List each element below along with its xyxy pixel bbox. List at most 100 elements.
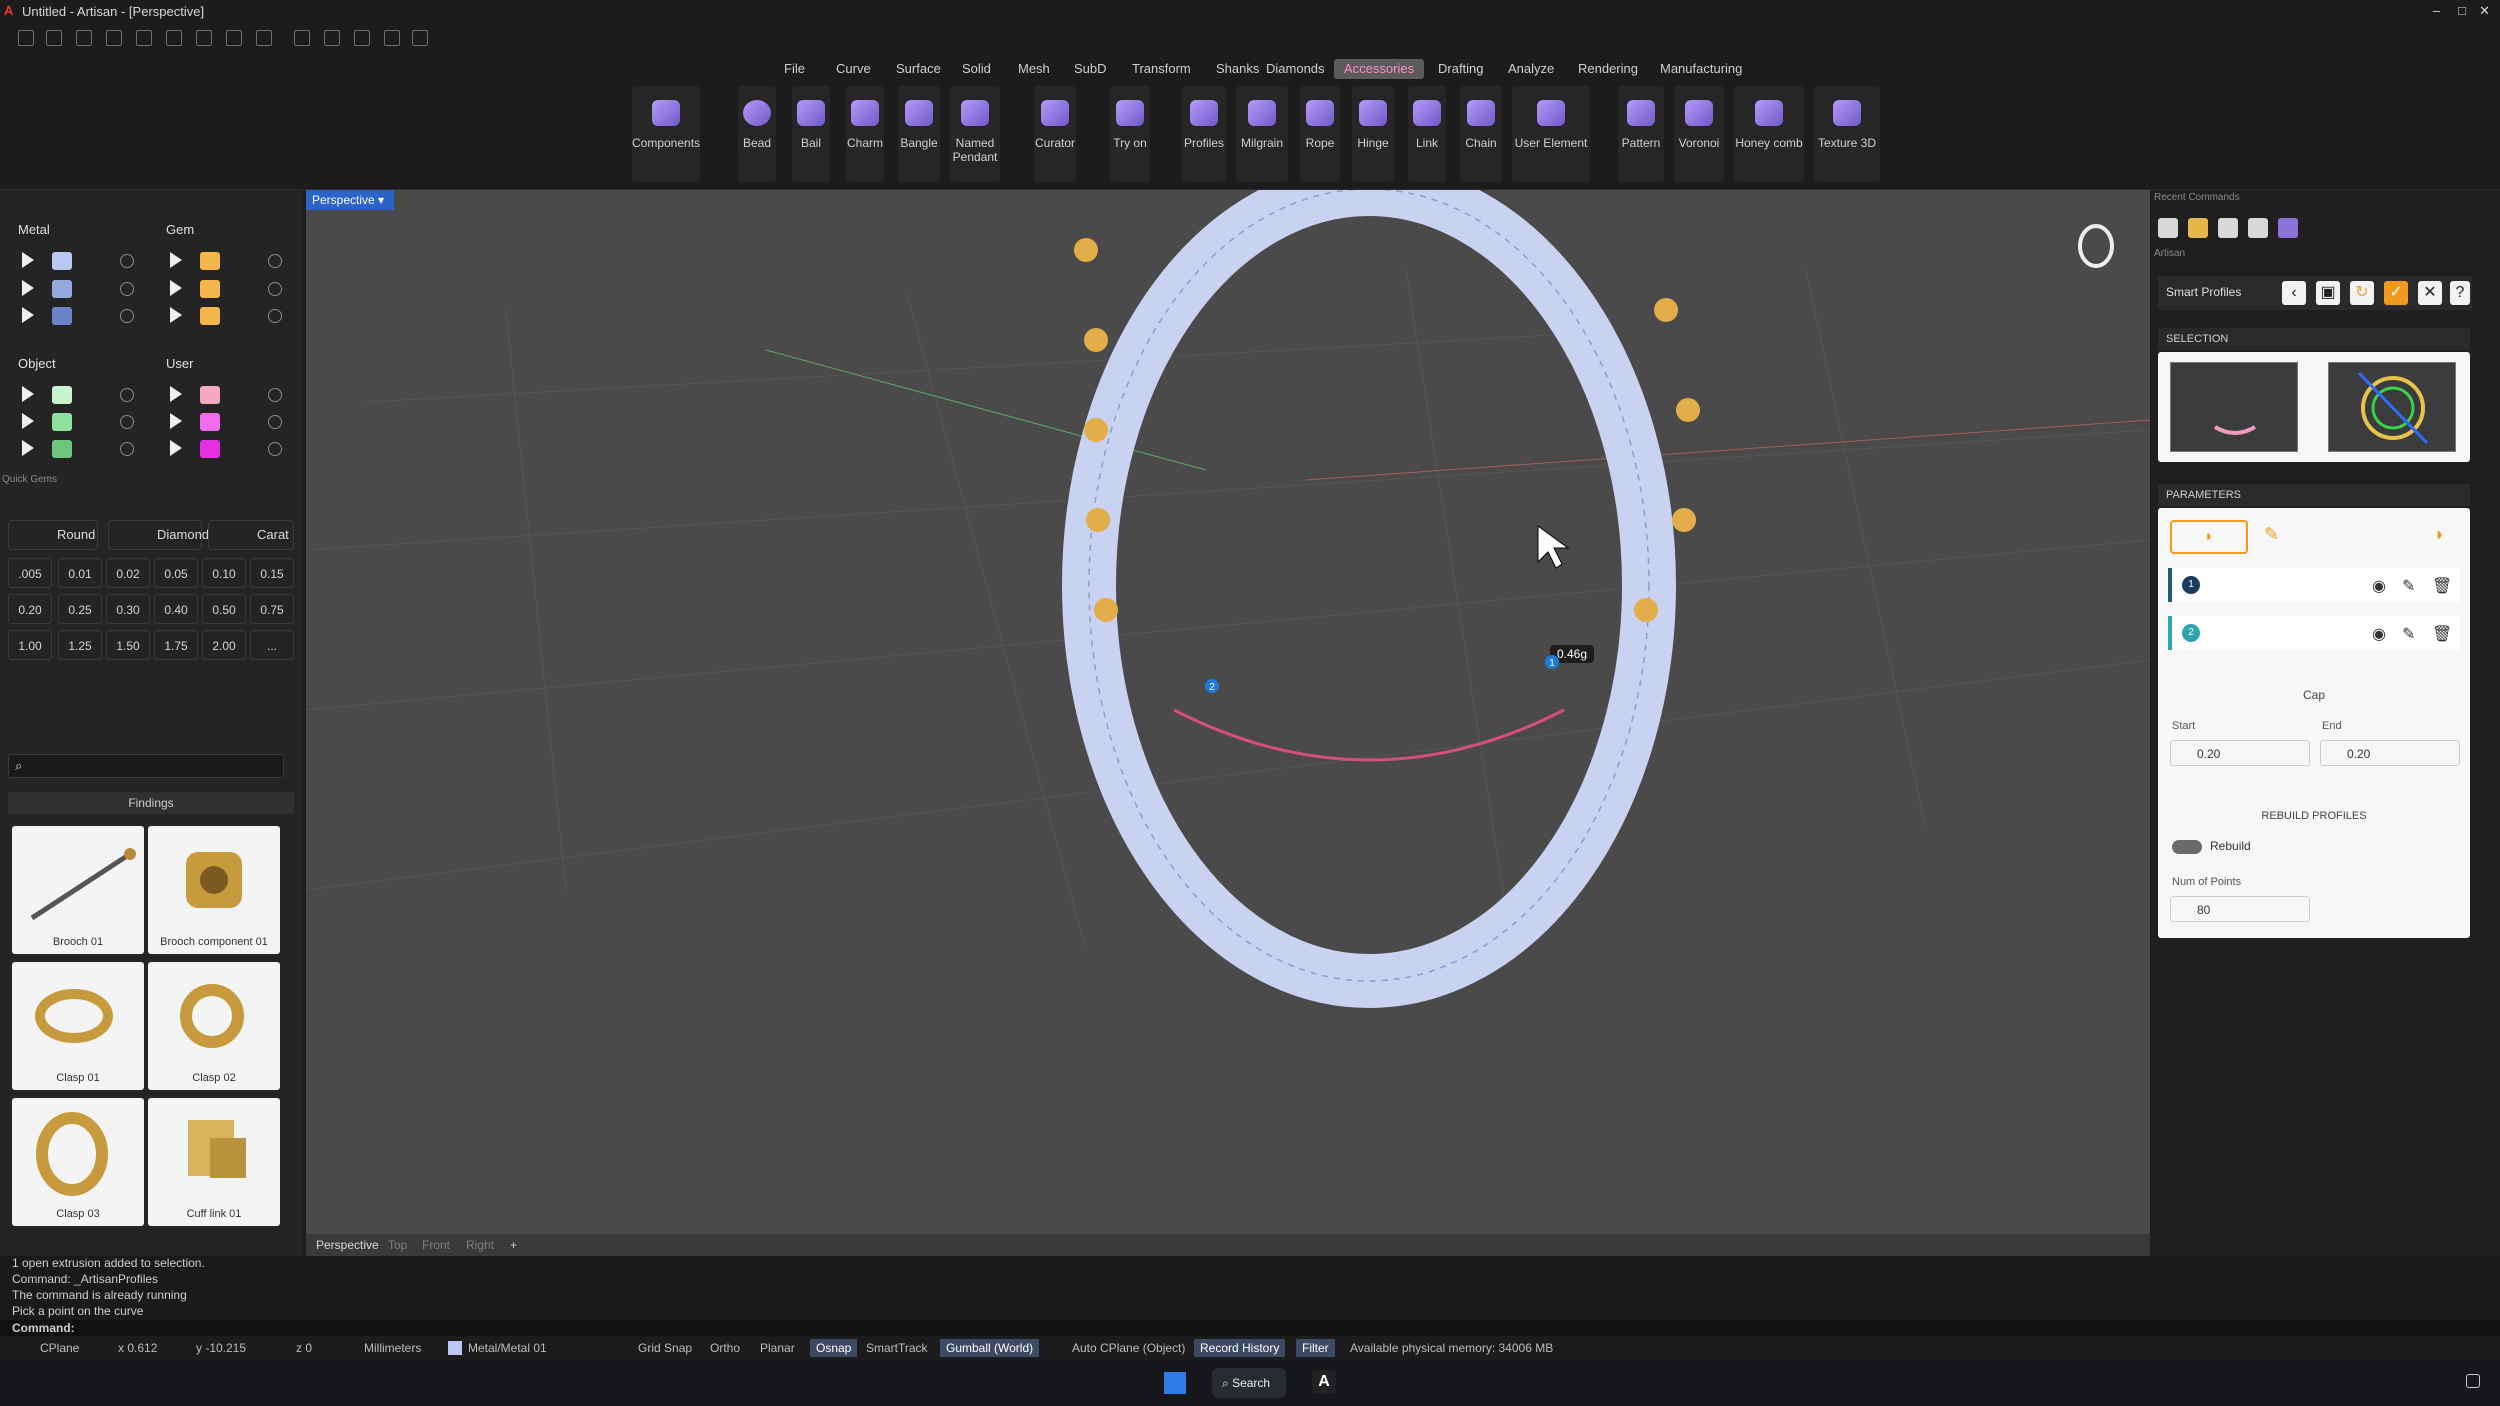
selected-gumball-thumbnail[interactable] <box>2328 362 2456 452</box>
curator-button[interactable]: Curator <box>1034 86 1076 182</box>
gem-play-icon[interactable] <box>170 252 182 268</box>
refresh-button[interactable]: ↻ <box>2350 281 2374 305</box>
user-play-icon[interactable] <box>170 413 182 429</box>
gem-size-button[interactable]: 0.01 <box>58 558 102 588</box>
viewport-title-tab[interactable]: Perspective ▾ <box>306 190 394 210</box>
menu-analyze[interactable]: Analyze <box>1498 59 1564 79</box>
back-button[interactable]: ‹ <box>2282 281 2306 305</box>
library-search-input[interactable]: ⌕ <box>8 754 284 778</box>
visibility-eye-icon[interactable] <box>120 415 134 429</box>
texture-3d-button[interactable]: Texture 3D <box>1814 86 1880 182</box>
menu-manufacturing[interactable]: Manufacturing <box>1650 59 1752 79</box>
tab-perspective[interactable]: Perspective <box>316 1238 379 1252</box>
visibility-eye-icon[interactable] <box>268 415 282 429</box>
gem-size-button[interactable]: 2.00 <box>202 630 246 660</box>
current-layer[interactable]: Metal/Metal 01 <box>468 1341 547 1355</box>
ortho-toggle[interactable]: Ortho <box>710 1341 740 1355</box>
menu-accessories[interactable]: Accessories <box>1334 59 1425 79</box>
gem-size-button[interactable]: 0.10 <box>202 558 246 588</box>
add-tab-icon[interactable]: + <box>510 1238 517 1252</box>
profile-marker-1[interactable]: 1 <box>1545 655 1559 669</box>
metal-play-icon[interactable] <box>22 307 34 323</box>
export-icon[interactable] <box>256 30 272 46</box>
object-play-icon[interactable] <box>22 440 34 456</box>
tab-top[interactable]: Top <box>388 1238 407 1252</box>
analyze-icon[interactable] <box>324 30 340 46</box>
object-play-icon[interactable] <box>22 386 34 402</box>
rope-button[interactable]: Rope <box>1300 86 1340 182</box>
visibility-eye-icon[interactable] <box>120 254 134 268</box>
object-color-swatch[interactable] <box>52 386 72 404</box>
metal-color-swatch[interactable] <box>52 252 72 270</box>
finding-item[interactable]: Brooch component 01 <box>148 826 280 954</box>
profile-row-2[interactable]: 2 ◉ ✎ 🗑 <box>2168 616 2460 650</box>
gem-size-button[interactable]: ... <box>250 630 294 660</box>
finding-item[interactable]: Brooch 01 <box>12 826 144 954</box>
user-color-swatch[interactable] <box>200 386 220 404</box>
visibility-eye-icon[interactable]: ◉ <box>2372 624 2386 644</box>
minimize-icon[interactable]: – <box>2433 3 2440 18</box>
metal-play-icon[interactable] <box>22 252 34 268</box>
user-color-swatch[interactable] <box>200 440 220 458</box>
delete-trash-icon[interactable]: 🗑 <box>2432 576 2452 596</box>
visibility-eye-icon[interactable] <box>120 442 134 456</box>
filter-toggle[interactable]: Filter <box>1296 1339 1335 1357</box>
object-color-swatch[interactable] <box>52 440 72 458</box>
menu-drafting[interactable]: Drafting <box>1428 59 1494 79</box>
measure-icon[interactable] <box>294 30 310 46</box>
windows-start-icon[interactable] <box>1164 1372 1186 1394</box>
help-button[interactable]: ? <box>2450 281 2470 305</box>
charm-button[interactable]: Charm <box>846 86 884 182</box>
finding-item[interactable]: Clasp 01 <box>12 962 144 1090</box>
confirm-button[interactable]: ✓ <box>2384 281 2408 305</box>
gem-size-button[interactable]: .005 <box>8 558 52 588</box>
gumball-icon[interactable] <box>412 30 428 46</box>
object-play-icon[interactable] <box>22 413 34 429</box>
menu-subd[interactable]: SubD <box>1064 59 1117 79</box>
visibility-eye-icon[interactable] <box>268 309 282 323</box>
profiles-button[interactable]: Profiles <box>1182 86 1226 182</box>
bead-button[interactable]: Bead <box>738 86 776 182</box>
menu-surface[interactable]: Surface <box>886 59 951 79</box>
perspective-viewport[interactable]: 0.46g 1 2 <box>305 162 2151 1256</box>
start-value-input[interactable]: 0.20 <box>2170 740 2310 766</box>
selected-curve-thumbnail[interactable] <box>2170 362 2298 452</box>
auto-cplane-toggle[interactable]: Auto CPlane (Object) <box>1072 1341 1185 1355</box>
visibility-eye-icon[interactable]: ◉ <box>2372 576 2386 596</box>
planar-toggle[interactable]: Planar <box>760 1341 795 1355</box>
user-play-icon[interactable] <box>170 386 182 402</box>
metal-play-icon[interactable] <box>22 280 34 296</box>
units-status[interactable]: Millimeters <box>364 1341 421 1355</box>
new-template-icon[interactable] <box>46 30 62 46</box>
link-button[interactable]: Link <box>1408 86 1446 182</box>
recent-command-icon[interactable] <box>2188 218 2208 238</box>
visibility-eye-icon[interactable] <box>120 388 134 402</box>
gem-play-icon[interactable] <box>170 280 182 296</box>
maximize-icon[interactable]: □ <box>2458 3 2466 18</box>
cancel-button[interactable]: ✕ <box>2418 281 2442 305</box>
artisan-taskbar-icon[interactable]: A <box>1312 1370 1336 1394</box>
gem-size-button[interactable]: 1.75 <box>154 630 198 660</box>
gem-size-button[interactable]: 0.15 <box>250 558 294 588</box>
gem-color-swatch[interactable] <box>200 252 220 270</box>
pattern-button[interactable]: Pattern <box>1618 86 1664 182</box>
gem-size-button[interactable]: 0.30 <box>106 594 150 624</box>
recent-command-icon[interactable] <box>2158 218 2178 238</box>
save-button[interactable]: ▣ <box>2316 281 2340 305</box>
finding-item[interactable]: Clasp 03 <box>12 1098 144 1226</box>
round-shape-button[interactable]: Round <box>8 520 98 550</box>
selection-section-header[interactable]: SELECTION <box>2158 328 2470 350</box>
grid-snap-toggle[interactable]: Grid Snap <box>638 1341 692 1355</box>
visibility-eye-icon[interactable] <box>120 309 134 323</box>
edit-pencil-icon[interactable]: ✎ <box>2402 576 2415 596</box>
gem-size-button[interactable]: 0.20 <box>8 594 52 624</box>
parameters-section-header[interactable]: PARAMETERS <box>2158 484 2470 506</box>
tab-right[interactable]: Right <box>466 1238 494 1252</box>
open-icon[interactable] <box>76 30 92 46</box>
gem-size-button[interactable]: 1.50 <box>106 630 150 660</box>
recent-command-icon[interactable] <box>2218 218 2238 238</box>
smarttrack-toggle[interactable]: SmartTrack <box>866 1341 928 1355</box>
menu-transform[interactable]: Transform <box>1122 59 1201 79</box>
record-history-toggle[interactable]: Record History <box>1194 1339 1286 1357</box>
delete-trash-icon[interactable]: 🗑 <box>2432 624 2452 644</box>
